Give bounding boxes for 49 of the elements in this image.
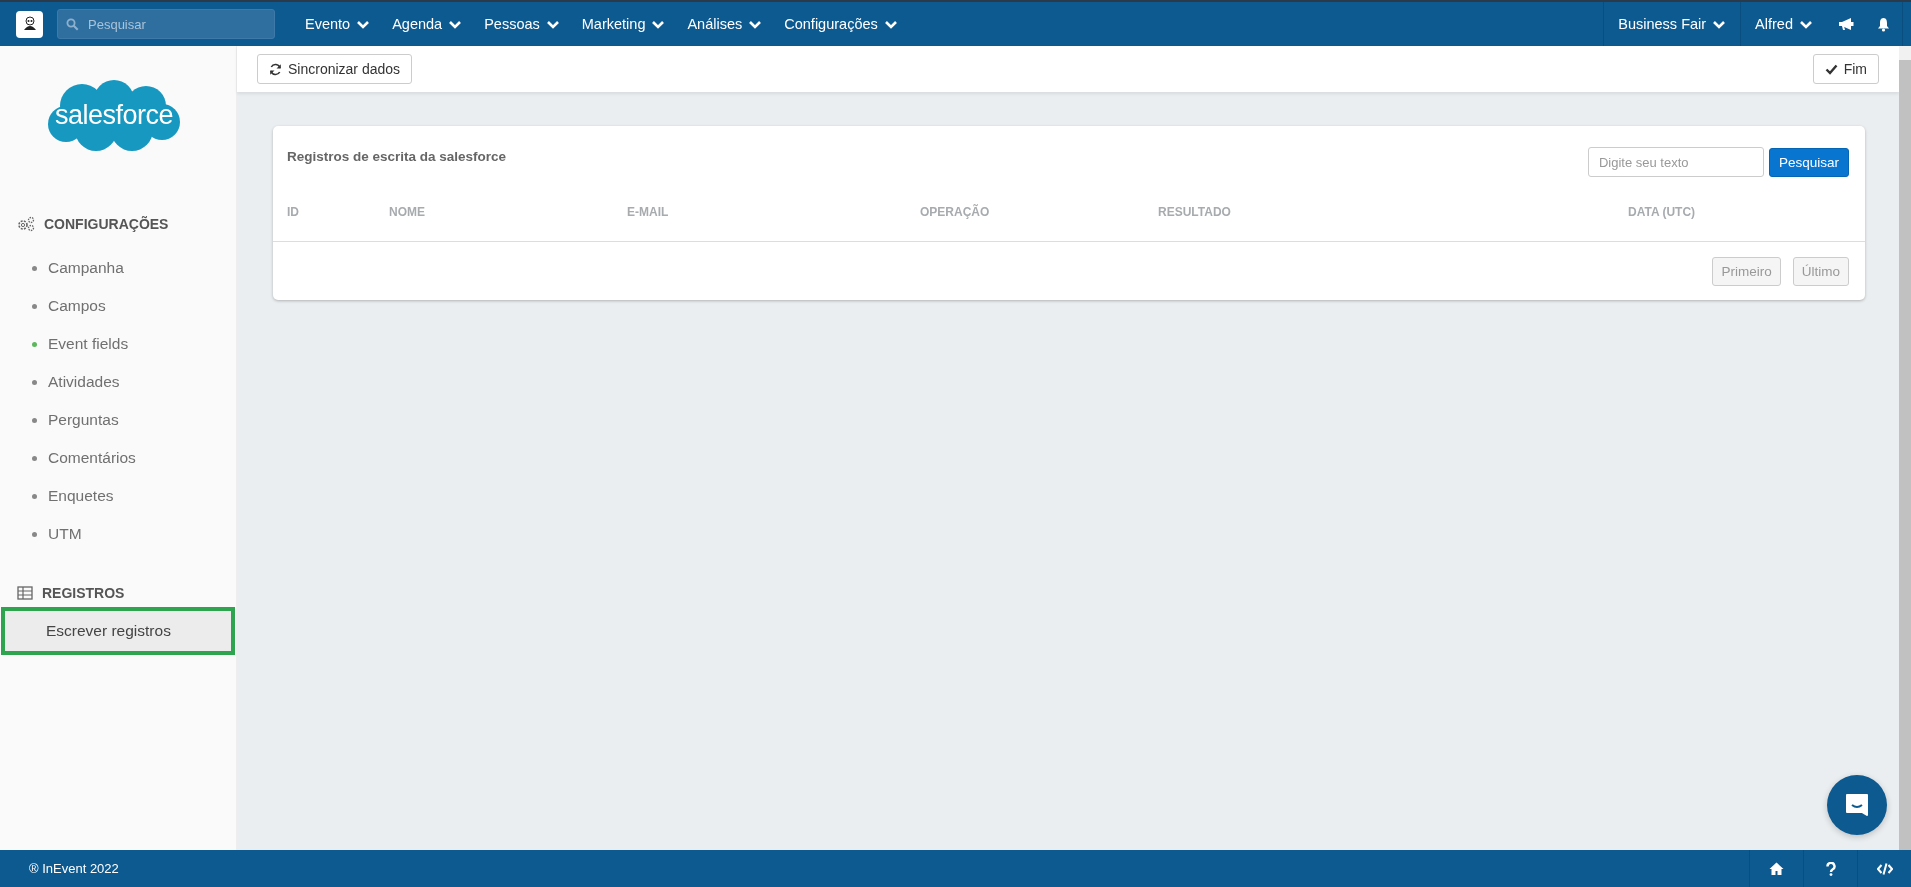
nav-menu-item[interactable]: Análises — [676, 2, 774, 46]
sidebar-item[interactable]: Atividades — [0, 363, 236, 401]
sidebar-item[interactable]: Campos — [0, 287, 236, 325]
section-heading: CONFIGURAÇÕES — [44, 216, 169, 232]
nav-menu-item[interactable]: Configurações — [773, 2, 909, 46]
bell-icon — [1877, 16, 1890, 32]
checkmark-icon — [1824, 63, 1838, 75]
section-heading: REGISTROS — [42, 585, 125, 601]
chevron-down-icon — [883, 19, 898, 30]
code-icon — [1876, 862, 1893, 875]
column-header: ID — [287, 205, 300, 219]
copyright-text: ® InEvent 2022 — [29, 861, 119, 876]
home-icon — [1769, 862, 1784, 875]
column-header: NOME — [389, 205, 426, 219]
search-field[interactable]: Pesquisar — [57, 9, 275, 39]
table-icon — [17, 586, 33, 600]
sidebar-item[interactable]: Perguntas — [0, 401, 236, 439]
column-header: OPERAÇÃO — [920, 205, 991, 219]
column-header: RESULTADO — [1158, 205, 1232, 219]
nav-menu-item[interactable]: Evento — [294, 2, 382, 46]
nav-menu-item[interactable]: Agenda — [381, 2, 474, 46]
sidebar-item[interactable]: Event fields — [0, 325, 236, 363]
column-header: E-MAIL — [627, 205, 670, 219]
sidebar-item[interactable]: Enquetes — [0, 477, 236, 515]
chat-bubble-icon — [1843, 791, 1871, 819]
chevron-down-icon — [1799, 19, 1813, 30]
logo-text: salesforce — [54, 99, 174, 131]
done-button[interactable]: Fim — [1812, 54, 1879, 84]
question-icon — [1825, 861, 1836, 876]
sidebar-item[interactable]: Comentários — [0, 439, 236, 477]
sync-button[interactable]: Sincronizar dados — [257, 54, 413, 84]
megaphone-icon — [1838, 17, 1854, 31]
sidebar-item[interactable]: Campanha — [0, 249, 236, 287]
chevron-down-icon — [1712, 19, 1727, 30]
column-header: DATA (UTC) — [1628, 205, 1697, 219]
refresh-icon — [269, 62, 282, 76]
chevron-down-icon — [651, 19, 666, 30]
chevron-down-icon — [748, 19, 763, 30]
chevron-down-icon — [545, 19, 560, 30]
gears-icon — [17, 216, 35, 232]
nav-menu-item[interactable]: Pessoas — [473, 2, 571, 46]
sidebar-item[interactable]: UTM — [0, 515, 236, 553]
chevron-down-icon — [448, 19, 463, 30]
nav-menu-item[interactable]: Marketing — [570, 2, 677, 46]
chevron-down-icon — [356, 19, 371, 30]
card-title: Registros de escrita da salesforce — [287, 149, 507, 164]
search-button[interactable]: Pesquisar — [1768, 148, 1849, 177]
search-field[interactable]: Digite seu texto — [1587, 147, 1764, 177]
app-logo[interactable] — [16, 10, 43, 38]
